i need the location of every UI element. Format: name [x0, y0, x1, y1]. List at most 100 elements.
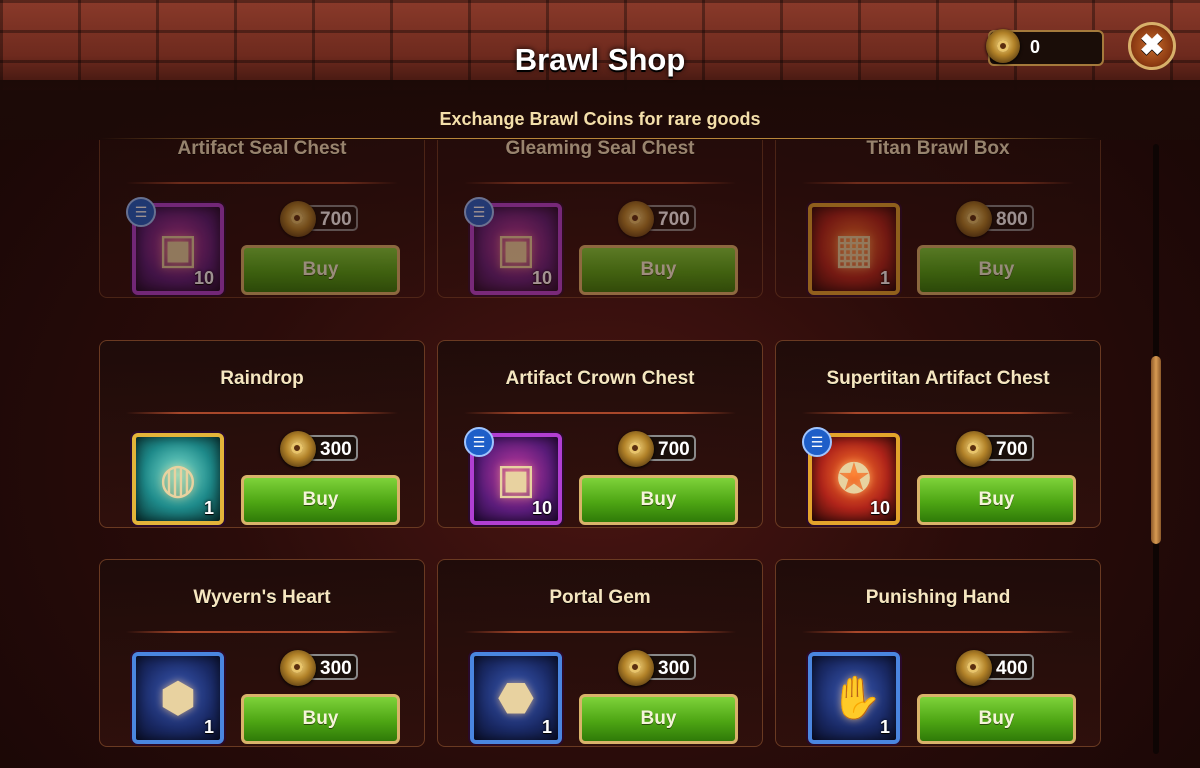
item-divider [126, 182, 398, 184]
item-icon-frame[interactable]: ▣ ☰ 10 [464, 197, 562, 295]
coin-balance-value: 0 [1030, 37, 1041, 57]
item-price-value: 300 [320, 658, 352, 679]
chest-icon: ▣ [496, 455, 536, 502]
item-price: 700 [956, 431, 1034, 467]
item-divider [802, 631, 1074, 633]
item-price-value: 300 [320, 439, 352, 460]
buy-button[interactable]: Buy [917, 245, 1076, 295]
coin-icon [618, 650, 654, 686]
info-icon[interactable]: ☰ [802, 427, 832, 457]
titan-box-icon: ▦ [834, 225, 874, 272]
item-price: 700 [618, 201, 696, 237]
item-price: 800 [956, 201, 1034, 237]
wyvern-heart-icon: ⬢ [159, 674, 197, 721]
item-icon-frame[interactable]: ⬣ 1 [470, 652, 562, 744]
item-divider [126, 412, 398, 414]
buy-button[interactable]: Buy [579, 694, 738, 744]
item-quantity: 1 [879, 268, 890, 288]
item-price-value: 700 [658, 209, 690, 230]
item-icon-frame[interactable]: ▣ ☰ 10 [126, 197, 224, 295]
item-price-value: 700 [996, 439, 1028, 460]
item-quantity: 10 [531, 498, 552, 518]
item-quantity: 10 [531, 268, 552, 288]
item-name: Supertitan Artifact Chest [826, 368, 1050, 389]
coin-icon [618, 431, 654, 467]
scrollbar-thumb[interactable] [1151, 356, 1161, 544]
item-icon-frame[interactable]: ▣ ☰ 10 [464, 427, 562, 525]
buy-button[interactable]: Buy [241, 475, 400, 525]
item-icon-frame[interactable]: ◍ 1 [132, 433, 224, 525]
buy-button[interactable]: Buy [241, 694, 400, 744]
shop-item-card: Wyvern's Heart ⬢ 1 300 Buy [99, 559, 425, 747]
coin-icon [280, 201, 316, 237]
portal-gem-icon: ⬣ [497, 674, 535, 721]
item-price: 300 [280, 650, 358, 686]
item-name: Raindrop [220, 368, 304, 389]
chest-icon: ▣ [496, 225, 536, 272]
info-icon[interactable]: ☰ [464, 427, 494, 457]
close-button[interactable]: ✖ [1128, 22, 1176, 70]
item-divider [464, 182, 736, 184]
item-price: 400 [956, 650, 1034, 686]
item-quantity: 10 [869, 498, 890, 518]
item-icon-frame[interactable]: ✪ ☰ 10 [802, 427, 900, 525]
item-name: Artifact Crown Chest [505, 368, 695, 389]
coin-icon [986, 29, 1020, 63]
item-icon-frame[interactable]: ✋ 1 [808, 652, 900, 744]
chest-icon: ▣ [158, 225, 198, 272]
item-name: Punishing Hand [865, 587, 1011, 608]
coin-icon [280, 431, 316, 467]
raindrop-jar-icon: ◍ [159, 455, 197, 502]
shop-item-card: Supertitan Artifact Chest ✪ ☰ 10 700 Buy [775, 340, 1101, 528]
info-icon[interactable]: ☰ [464, 197, 494, 227]
buy-button[interactable]: Buy [579, 245, 738, 295]
shop-item-card: Punishing Hand ✋ 1 400 Buy [775, 559, 1101, 747]
buy-button[interactable]: Buy [241, 245, 400, 295]
item-name: Wyvern's Heart [193, 587, 331, 608]
item-price-value: 700 [320, 209, 352, 230]
shop-item-card: Raindrop ◍ 1 300 Buy [99, 340, 425, 528]
item-grid: Artifact Seal Chest ▣ ☰ 10 700 Buy Gleam… [0, 140, 1200, 760]
shop-item-card: Titan Brawl Box ▦ 1 800 Buy [775, 140, 1101, 298]
item-price: 700 [280, 201, 358, 237]
item-divider [802, 412, 1074, 414]
coin-balance: 0 [986, 29, 1104, 66]
shop-item-card: Artifact Crown Chest ▣ ☰ 10 700 Buy [437, 340, 763, 528]
shop-subtitle: Exchange Brawl Coins for rare goods [439, 109, 761, 129]
buy-button[interactable]: Buy [917, 694, 1076, 744]
punishing-hand-icon: ✋ [830, 674, 883, 721]
item-quantity: 1 [203, 717, 214, 737]
item-icon-frame[interactable]: ▦ 1 [808, 203, 900, 295]
shop-item-card: Artifact Seal Chest ▣ ☰ 10 700 Buy [99, 140, 425, 298]
coin-icon [618, 201, 654, 237]
chest-icon: ✪ [836, 455, 872, 502]
item-quantity: 1 [879, 717, 890, 737]
item-quantity: 1 [541, 717, 552, 737]
item-price-value: 400 [996, 658, 1028, 679]
item-name: Gleaming Seal Chest [505, 140, 695, 159]
subtitle-divider [100, 138, 1100, 139]
buy-button[interactable]: Buy [917, 475, 1076, 525]
item-divider [464, 412, 736, 414]
item-divider [802, 182, 1074, 184]
item-price: 700 [618, 431, 696, 467]
item-divider [126, 631, 398, 633]
item-price: 300 [280, 431, 358, 467]
coin-icon [956, 201, 992, 237]
shop-item-card: Portal Gem ⬣ 1 300 Buy [437, 559, 763, 747]
info-icon[interactable]: ☰ [126, 197, 156, 227]
item-price-value: 800 [996, 209, 1028, 230]
item-quantity: 1 [203, 498, 214, 518]
item-name: Titan Brawl Box [866, 140, 1010, 159]
coin-icon [956, 431, 992, 467]
item-divider [464, 631, 736, 633]
item-price-value: 700 [658, 439, 690, 460]
close-icon: ✖ [1139, 29, 1165, 62]
item-name: Portal Gem [549, 587, 651, 608]
item-price: 300 [618, 650, 696, 686]
coin-icon [280, 650, 316, 686]
item-icon-frame[interactable]: ⬢ 1 [132, 652, 224, 744]
buy-button[interactable]: Buy [579, 475, 738, 525]
shop-item-card: Gleaming Seal Chest ▣ ☰ 10 700 Buy [437, 140, 763, 298]
item-name: Artifact Seal Chest [177, 140, 347, 159]
